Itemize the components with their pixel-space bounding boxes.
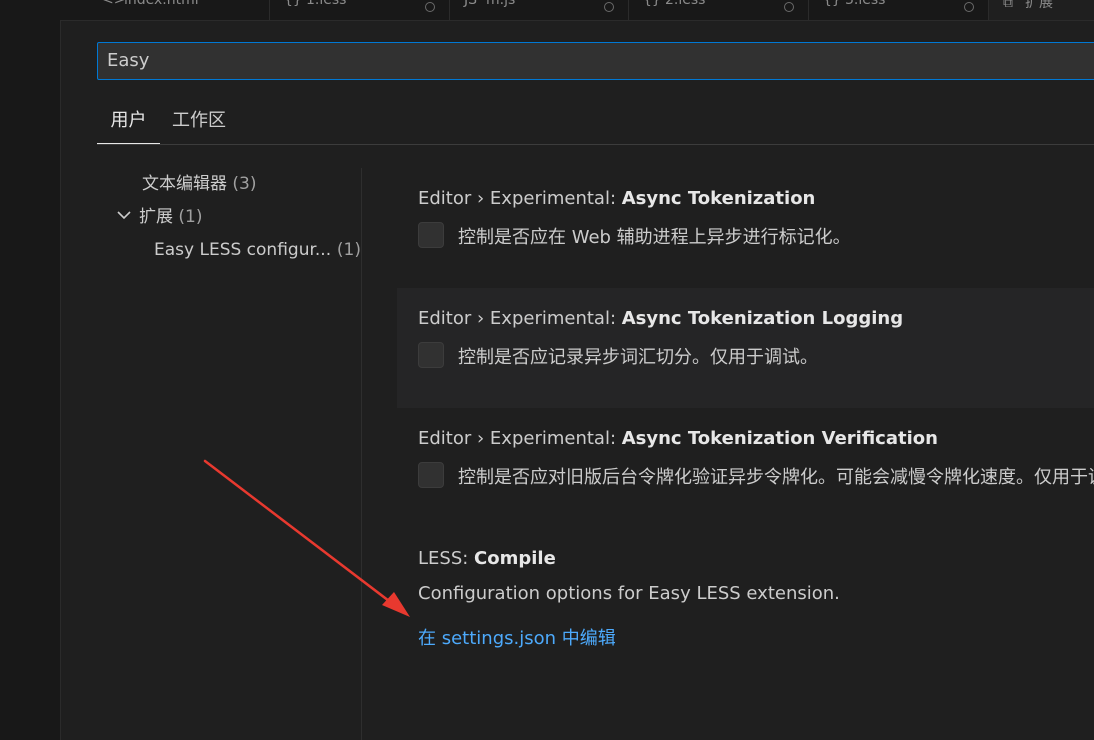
tab-1-less[interactable]: {} 1.less: [270, 0, 450, 20]
unsaved-dot-icon: [964, 2, 974, 12]
tab-workspace[interactable]: 工作区: [172, 98, 226, 144]
async-tokenization-logging-checkbox[interactable]: [418, 342, 444, 368]
setting-category: Editor › Experimental:: [418, 308, 622, 329]
scope-divider: [97, 144, 1094, 145]
setting-title: LESS: Compile: [418, 548, 556, 569]
tab-label: 扩展: [1025, 0, 1053, 11]
async-tokenization-checkbox[interactable]: [418, 222, 444, 248]
tab-label: 3.less: [845, 0, 886, 8]
unsaved-dot-icon: [425, 2, 435, 12]
tab-m-js[interactable]: JS m.js: [450, 0, 629, 20]
setting-key: Compile: [474, 548, 556, 569]
setting-description: 控制是否应对旧版后台令牌化验证异步令牌化。可能会减慢令牌化速度。仅用于调试。: [458, 467, 1094, 488]
setting-title: Editor › Experimental: Async Tokenizatio…: [418, 308, 903, 329]
tab-index-html[interactable]: <>index.html: [88, 0, 270, 20]
tab-3-less[interactable]: {} 3.less: [809, 0, 989, 20]
setting-key: Async Tokenization: [621, 188, 816, 209]
tab-extension[interactable]: ⧉ 扩展: [989, 0, 1094, 20]
toc-count: (1): [336, 240, 361, 260]
toc-label: 文本编辑器: [142, 174, 227, 194]
toc-count: (3): [232, 174, 257, 194]
braces-icon: {}: [284, 0, 302, 8]
setting-async-tokenization: Editor › Experimental: Async Tokenizatio…: [397, 168, 1094, 286]
setting-key: Async Tokenization Verification: [621, 428, 938, 449]
setting-category: LESS:: [418, 548, 475, 569]
tab-label: 2.less: [665, 0, 706, 8]
setting-category: Editor › Experimental:: [418, 188, 622, 209]
setting-async-tokenization-logging: Editor › Experimental: Async Tokenizatio…: [397, 288, 1094, 408]
braces-icon: {}: [643, 0, 661, 8]
extension-icon: ⧉: [1003, 0, 1013, 11]
tab-label: index.html: [124, 0, 199, 8]
toc-label: 扩展: [139, 207, 173, 227]
setting-category: Editor › Experimental:: [418, 428, 622, 449]
setting-async-tokenization-verification: Editor › Experimental: Async Tokenizatio…: [397, 408, 1094, 526]
toc-item-text-editor[interactable]: 文本编辑器 (3): [142, 169, 257, 199]
braces-icon: {}: [823, 0, 841, 8]
toc-item-extensions[interactable]: 扩展 (1): [115, 202, 203, 232]
setting-key: Async Tokenization Logging: [621, 308, 904, 329]
tab-label: m.js: [486, 0, 516, 8]
toc-label: Easy LESS configur...: [154, 240, 332, 260]
toc-separator: [361, 168, 362, 740]
unsaved-dot-icon: [604, 2, 614, 12]
unsaved-dot-icon: [784, 2, 794, 12]
chevron-down-icon: [117, 211, 131, 220]
tab-label: 1.less: [306, 0, 347, 8]
setting-description: 控制是否应在 Web 辅助进程上异步进行标记化。: [458, 227, 851, 248]
setting-title: Editor › Experimental: Async Tokenizatio…: [418, 428, 938, 449]
editor-tab-bar: <>index.html {} 1.less JS m.js {} 2.less {}…: [60, 0, 1094, 21]
setting-description: 控制是否应记录异步词汇切分。仅用于调试。: [458, 347, 818, 368]
tab-user[interactable]: 用户: [97, 98, 160, 144]
setting-title: Editor › Experimental: Async Tokenizatio…: [418, 188, 815, 209]
setting-less-compile: LESS: Compile Configuration options for …: [397, 528, 1094, 678]
activity-bar: [0, 0, 61, 740]
search-value: Easy: [107, 50, 150, 71]
toc-count: (1): [178, 207, 203, 227]
code-icon: <>: [102, 0, 126, 8]
async-tokenization-verification-checkbox[interactable]: [418, 462, 444, 488]
setting-description: Configuration options for Easy LESS exte…: [418, 583, 840, 604]
toc-item-easy-less[interactable]: Easy LESS configur... (1): [154, 235, 361, 265]
js-icon: JS: [464, 0, 478, 8]
tab-2-less[interactable]: {} 2.less: [629, 0, 809, 20]
edit-in-settings-json-link[interactable]: 在 settings.json 中编辑: [418, 624, 616, 650]
settings-search-input[interactable]: Easy: [97, 42, 1094, 80]
